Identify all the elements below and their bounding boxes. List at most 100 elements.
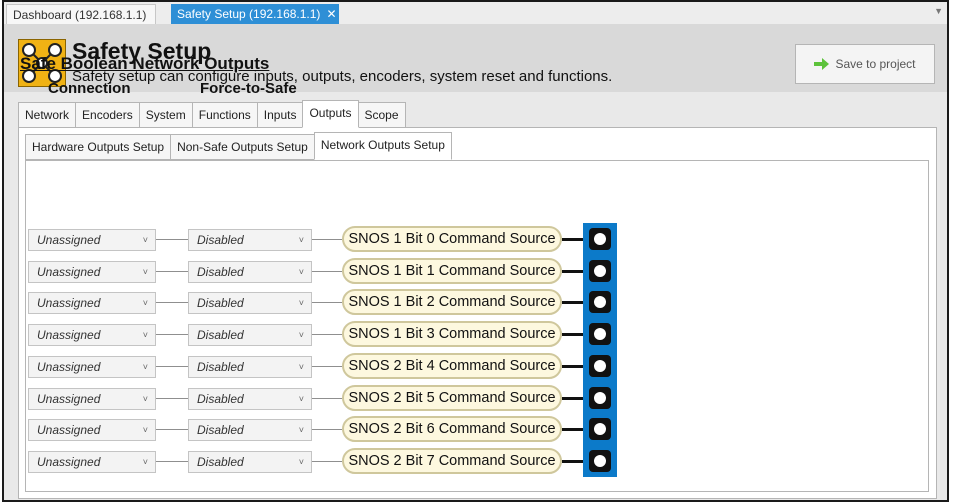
save-to-project-button[interactable]: Save to project <box>795 44 935 84</box>
force-to-safe-select[interactable]: Disabled ˅ <box>188 356 312 378</box>
chevron-down-icon: ˅ <box>298 362 304 372</box>
terminal-dot <box>594 392 606 404</box>
force-to-safe-select[interactable]: Disabled ˅ <box>188 451 312 473</box>
connection-select[interactable]: Unassigned ˅ <box>28 419 156 441</box>
subtab-network-outputs-setup[interactable]: Network Outputs Setup <box>313 132 452 160</box>
connection-value: Unassigned <box>37 233 101 247</box>
connection-select[interactable]: Unassigned ˅ <box>28 229 156 251</box>
tab-network[interactable]: Network <box>18 102 77 128</box>
tab-outputs[interactable]: Outputs <box>302 100 359 128</box>
connection-select[interactable]: Unassigned ˅ <box>28 356 156 378</box>
output-terminal-icon[interactable] <box>589 260 611 282</box>
connector-line <box>156 271 188 272</box>
connector-line <box>312 461 342 462</box>
tab-encoders[interactable]: Encoders <box>75 102 140 128</box>
force-to-safe-column-header: Force-to-Safe <box>200 80 297 97</box>
tab-inputs[interactable]: Inputs <box>256 102 304 128</box>
subtab-hardware-outputs-setup[interactable]: Hardware Outputs Setup <box>25 134 172 160</box>
connection-select[interactable]: Unassigned ˅ <box>28 324 156 346</box>
output-row: Unassigned ˅ Disabled ˅ SNOS 1 Bit 0 Command… <box>4 225 944 252</box>
connection-value: Unassigned <box>37 423 101 437</box>
force-to-safe-select[interactable]: Disabled ˅ <box>188 229 312 251</box>
close-icon[interactable]: ✕ <box>326 7 336 21</box>
command-source-label[interactable]: SNOS 2 Bit 6 Command Source <box>342 416 562 442</box>
output-row: Unassigned ˅ Disabled ˅ SNOS 1 Bit 1 Command… <box>4 257 944 284</box>
connection-column-header: Connection <box>48 80 131 97</box>
terminal-dot <box>594 233 606 245</box>
connector-line <box>156 239 188 240</box>
connector-line <box>156 398 188 399</box>
force-to-safe-select[interactable]: Disabled ˅ <box>188 388 312 410</box>
connector-line <box>312 334 342 335</box>
force-to-safe-select[interactable]: Disabled ˅ <box>188 292 312 314</box>
connector-line <box>312 398 342 399</box>
doc-tab-safety-setup-label: Safety Setup (192.168.1.1) <box>177 7 321 21</box>
terminal-dot <box>594 296 606 308</box>
tab-scope[interactable]: Scope <box>357 102 406 128</box>
tab-overflow-icon[interactable]: ▼ <box>934 6 943 16</box>
connection-select[interactable]: Unassigned ˅ <box>28 451 156 473</box>
output-terminal-icon[interactable] <box>589 418 611 440</box>
output-row: Unassigned ˅ Disabled ˅ SNOS 2 Bit 4 Command… <box>4 352 944 379</box>
chevron-down-icon: ˅ <box>298 394 304 404</box>
green-arrow-icon <box>814 58 830 70</box>
chevron-down-icon: ˅ <box>142 267 148 277</box>
output-row: Unassigned ˅ Disabled ˅ SNOS 2 Bit 7 Command… <box>4 447 944 474</box>
connector-line <box>312 429 342 430</box>
main-tab-bar: Network Encoders System Functions Inputs Outp… <box>18 100 406 128</box>
output-row: Unassigned ˅ Disabled ˅ SNOS 1 Bit 2 Command… <box>4 288 944 315</box>
chevron-down-icon: ˅ <box>142 362 148 372</box>
command-source-label[interactable]: SNOS 1 Bit 1 Command Source <box>342 258 562 284</box>
connection-value: Unassigned <box>37 455 101 469</box>
command-source-label[interactable]: SNOS 1 Bit 0 Command Source <box>342 226 562 252</box>
connection-value: Unassigned <box>37 392 101 406</box>
save-to-project-label: Save to project <box>835 57 916 71</box>
connector-line <box>156 429 188 430</box>
connector-line <box>312 302 342 303</box>
command-source-label[interactable]: SNOS 2 Bit 5 Command Source <box>342 385 562 411</box>
connection-select[interactable]: Unassigned ˅ <box>28 292 156 314</box>
connection-value: Unassigned <box>37 360 101 374</box>
terminal-dot <box>594 455 606 467</box>
command-source-label[interactable]: SNOS 1 Bit 2 Command Source <box>342 289 562 315</box>
connection-value: Unassigned <box>37 296 101 310</box>
force-to-safe-select[interactable]: Disabled ˅ <box>188 324 312 346</box>
output-terminal-icon[interactable] <box>589 291 611 313</box>
force-to-safe-select[interactable]: Disabled ˅ <box>188 419 312 441</box>
chevron-down-icon: ˅ <box>298 235 304 245</box>
output-row: Unassigned ˅ Disabled ˅ SNOS 2 Bit 5 Command… <box>4 384 944 411</box>
force-to-safe-value: Disabled <box>197 423 244 437</box>
chevron-down-icon: ˅ <box>142 457 148 467</box>
connector-line <box>156 461 188 462</box>
chevron-down-icon: ˅ <box>142 298 148 308</box>
chevron-down-icon: ˅ <box>298 457 304 467</box>
tab-functions[interactable]: Functions <box>191 102 258 128</box>
doc-tab-dashboard[interactable]: Dashboard (192.168.1.1) <box>6 4 156 24</box>
output-terminal-icon[interactable] <box>589 450 611 472</box>
connector-line <box>312 366 342 367</box>
connection-value: Unassigned <box>37 265 101 279</box>
tab-system[interactable]: System <box>138 102 193 128</box>
connection-select[interactable]: Unassigned ˅ <box>28 388 156 410</box>
output-terminal-icon[interactable] <box>589 323 611 345</box>
connection-select[interactable]: Unassigned ˅ <box>28 261 156 283</box>
terminal-dot <box>594 265 606 277</box>
command-source-label[interactable]: SNOS 1 Bit 3 Command Source <box>342 321 562 347</box>
command-source-label[interactable]: SNOS 2 Bit 7 Command Source <box>342 448 562 474</box>
document-tab-bar: Dashboard (192.168.1.1) Safety Setup (19… <box>4 2 947 25</box>
force-to-safe-value: Disabled <box>197 360 244 374</box>
output-row: Unassigned ˅ Disabled ˅ SNOS 2 Bit 6 Command… <box>4 415 944 442</box>
output-terminal-icon[interactable] <box>589 355 611 377</box>
outputs-sub-tab-bar: Hardware Outputs Setup Non-Safe Outputs S… <box>25 132 452 160</box>
output-terminal-icon[interactable] <box>589 228 611 250</box>
doc-tab-safety-setup[interactable]: Safety Setup (192.168.1.1) ✕ <box>171 4 339 24</box>
output-terminal-icon[interactable] <box>589 387 611 409</box>
output-row: Unassigned ˅ Disabled ˅ SNOS 1 Bit 3 Command… <box>4 320 944 347</box>
command-source-label[interactable]: SNOS 2 Bit 4 Command Source <box>342 353 562 379</box>
chevron-down-icon: ˅ <box>142 425 148 435</box>
subtab-non-safe-outputs-setup[interactable]: Non-Safe Outputs Setup <box>170 134 315 160</box>
connector-line <box>312 239 342 240</box>
force-to-safe-select[interactable]: Disabled ˅ <box>188 261 312 283</box>
chevron-down-icon: ˅ <box>298 298 304 308</box>
terminal-dot <box>594 360 606 372</box>
